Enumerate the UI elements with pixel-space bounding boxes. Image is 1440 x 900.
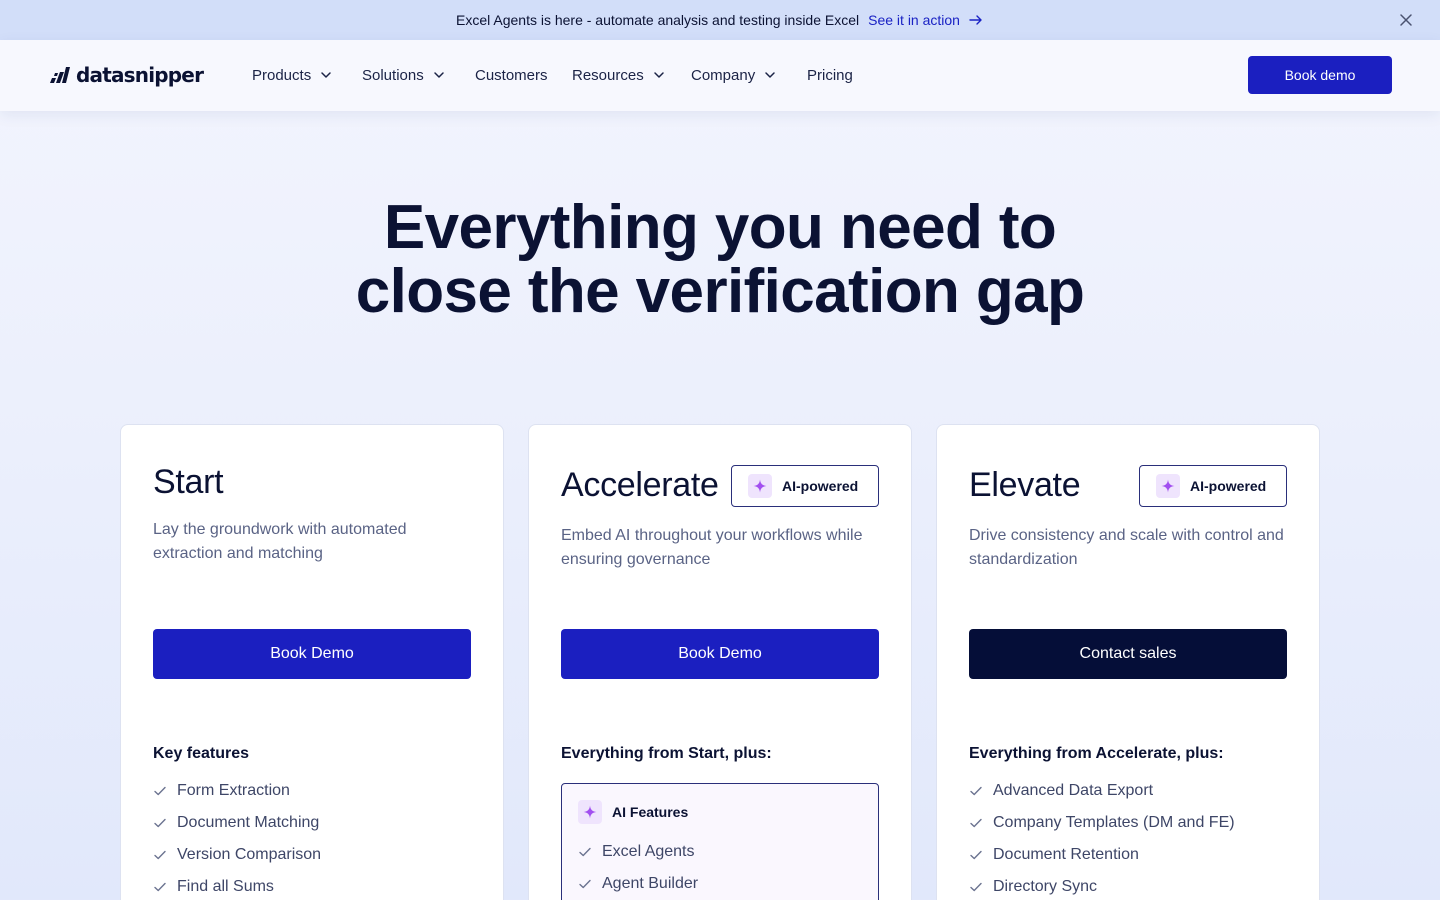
ai-features-box: AI Features Excel Agents Agent Builder	[561, 783, 879, 900]
feature-list: Advanced Data Export Company Templates (…	[969, 775, 1235, 900]
check-icon	[154, 786, 166, 796]
ai-features-heading: AI Features	[578, 800, 688, 824]
logo[interactable]: datasnipper	[48, 63, 204, 87]
datasnipper-logo-icon	[50, 67, 70, 83]
nav-item-customers[interactable]: Customers	[475, 65, 548, 85]
close-icon[interactable]	[1398, 12, 1414, 28]
features-heading: Everything from Start, plus:	[561, 745, 772, 762]
feature-label: Agent Builder	[602, 875, 699, 892]
features-heading: Key features	[153, 745, 250, 762]
ai-powered-badge: AI-powered	[1139, 465, 1287, 507]
feature-item: Document Matching	[153, 807, 321, 839]
check-icon	[970, 850, 982, 860]
feature-label: Directory Sync	[993, 878, 1098, 895]
nav-item-label: Company	[691, 66, 756, 84]
nav-item-label: Pricing	[807, 66, 853, 84]
plan-card-accelerate: Accelerate AI-powered Embed AI throughou…	[528, 424, 912, 900]
feature-item: Form Extraction	[153, 775, 321, 807]
badge-label: AI-powered	[1190, 478, 1267, 494]
sparkle-icon	[1156, 474, 1180, 498]
check-icon	[154, 850, 166, 860]
feature-label: Version Comparison	[177, 846, 322, 863]
announcement-cta-link[interactable]: See it in action	[868, 12, 984, 28]
ai-powered-badge: AI-powered	[731, 465, 879, 507]
plan-card-elevate: Elevate AI-powered Drive consistency and…	[936, 424, 1320, 900]
nav-item-pricing[interactable]: Pricing	[807, 65, 853, 85]
book-demo-button[interactable]: Book demo	[1248, 56, 1392, 94]
page-title: Everything you need to close the verific…	[0, 196, 1440, 324]
feature-item: Directory Sync	[969, 871, 1235, 900]
nav-item-label: Customers	[475, 66, 548, 84]
feature-label: Find all Sums	[177, 878, 274, 895]
check-icon	[154, 882, 166, 892]
nav-item-company[interactable]: Company	[691, 65, 777, 85]
plan-title: Accelerate	[561, 466, 719, 504]
arrow-right-icon	[969, 15, 982, 25]
main-nav: datasnipper Products Solutions Customers…	[0, 40, 1440, 111]
chevron-down-icon	[433, 72, 444, 78]
chevron-down-icon	[321, 72, 331, 78]
check-icon	[579, 847, 591, 857]
feature-label: Document Retention	[993, 846, 1139, 863]
nav-item-solutions[interactable]: Solutions	[362, 65, 446, 85]
plan-description: Lay the groundwork with automated extrac…	[153, 521, 407, 562]
nav-item-resources[interactable]: Resources	[572, 65, 666, 85]
contact-sales-button[interactable]: Contact sales	[969, 629, 1287, 679]
nav-item-label: Products	[252, 66, 312, 84]
feature-item: Agent Builder	[578, 868, 698, 900]
book-demo-button[interactable]: Book Demo	[561, 629, 879, 679]
feature-label: Advanced Data Export	[993, 782, 1154, 799]
logo-text: datasnipper	[76, 63, 204, 87]
check-icon	[154, 818, 166, 828]
check-icon	[970, 882, 982, 892]
check-icon	[579, 879, 591, 889]
feature-label: Document Matching	[177, 814, 320, 831]
chevron-down-icon	[765, 72, 775, 78]
page-title-line-1: Everything you need to	[383, 193, 1057, 262]
nav-item-products[interactable]: Products	[252, 65, 333, 85]
plan-description: Drive consistency and scale with control…	[969, 527, 1284, 568]
feature-list: Excel Agents Agent Builder	[578, 836, 698, 900]
plan-card-start: Start Lay the groundwork with automated …	[120, 424, 504, 900]
plan-title: Start	[153, 463, 224, 501]
check-icon	[970, 786, 982, 796]
plan-title: Elevate	[969, 466, 1081, 504]
book-demo-button[interactable]: Book Demo	[153, 629, 471, 679]
check-icon	[970, 818, 982, 828]
features-heading: Everything from Accelerate, plus:	[969, 745, 1224, 762]
sparkle-icon	[578, 800, 602, 824]
announcement-bar: Excel Agents is here - automate analysis…	[0, 0, 1440, 40]
chevron-down-icon	[653, 72, 664, 78]
page-title-line-2: close the verification gap	[355, 257, 1085, 326]
sparkle-icon	[748, 474, 772, 498]
feature-item: Document Retention	[969, 839, 1235, 871]
feature-item: Version Comparison	[153, 839, 321, 871]
announcement-message: Excel Agents is here - automate analysis…	[456, 12, 860, 28]
nav-item-label: Resources	[572, 66, 644, 84]
feature-label: Company Templates (DM and FE)	[993, 814, 1235, 831]
feature-item: Excel Agents	[578, 836, 698, 868]
plan-description: Embed AI throughout your workflows while…	[561, 527, 863, 568]
nav-item-label: Solutions	[362, 66, 424, 84]
announcement-cta-label: See it in action	[868, 12, 960, 28]
feature-item: Find all Sums	[153, 871, 321, 900]
badge-label: AI-powered	[782, 478, 859, 494]
ai-features-title: AI Features	[612, 804, 689, 820]
feature-item: Advanced Data Export	[969, 775, 1235, 807]
feature-label: Excel Agents	[602, 843, 695, 860]
feature-label: Form Extraction	[177, 782, 290, 799]
feature-item: Company Templates (DM and FE)	[969, 807, 1235, 839]
feature-list: Form Extraction Document Matching Versio…	[153, 775, 321, 900]
